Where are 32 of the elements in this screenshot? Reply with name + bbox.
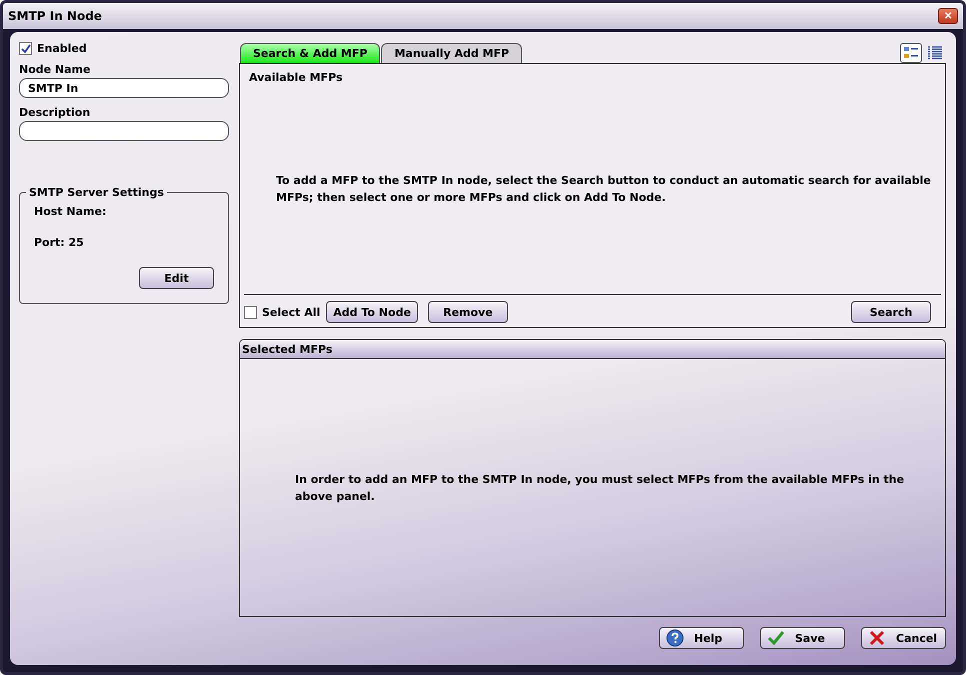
cross-icon [868,629,886,647]
server-settings-title: SMTP Server Settings [28,186,165,199]
action-button[interactable]: Remove [428,301,508,323]
close-button[interactable]: ✕ [938,8,958,24]
action-button[interactable]: Add To Node [326,301,418,323]
available-title: Available MFPs [248,71,344,84]
node-name-label: Node Name [19,63,92,76]
host-name-label: Host Name: [34,205,108,218]
enabled-checkbox[interactable] [19,42,32,55]
cancel-button[interactable]: Cancel [861,627,946,649]
window-title: SMTP In Node [8,9,102,23]
tab[interactable]: Search & Add MFP [240,43,380,63]
help-button[interactable]: Help [659,627,744,649]
select-all-label: Select All [262,306,320,318]
description-label: Description [19,106,92,119]
node-name-field[interactable]: SMTP In [19,78,229,98]
description-field[interactable] [19,121,229,141]
edit-button[interactable]: Edit [139,267,214,289]
help-icon [666,629,684,647]
available-message: To add a MFP to the SMTP In node, select the Search button to conduct an automatic search for available MFPs; then select one or more MFPs and click on Add To Node. [276,173,932,206]
search-button[interactable]: Search [851,301,931,323]
details-view-button[interactable] [900,43,922,63]
save-button[interactable]: Save [760,627,845,649]
selected-title: Selected MFPs [242,342,332,356]
details-view-icon [903,45,919,61]
enabled-label: Enabled [37,42,87,55]
selected-message: In order to add an MFP to the SMTP In node, you must select MFPs from the available MFPs in the above panel. [295,472,905,504]
tab[interactable]: Manually Add MFP [381,43,522,63]
list-view-icon [927,45,943,61]
select-all-checkbox[interactable] [244,306,257,318]
checkmark-icon [767,629,785,647]
port-label: Port: 25 [34,236,85,249]
